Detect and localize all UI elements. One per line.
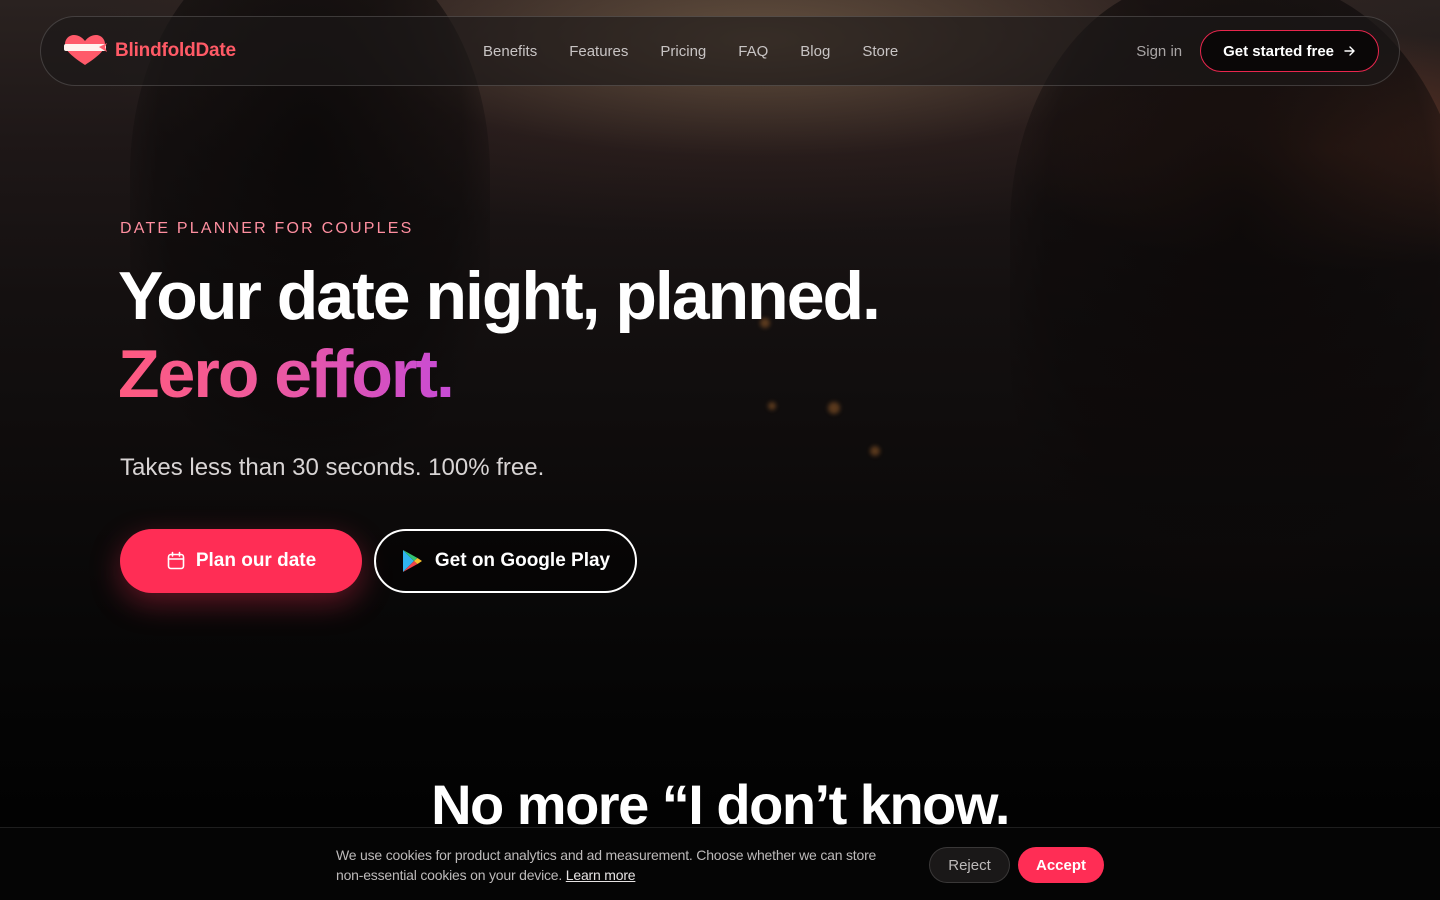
- brand-name: BlindfoldDate: [115, 40, 236, 61]
- google-play-button[interactable]: Get on Google Play: [374, 529, 637, 593]
- signin-link[interactable]: Sign in: [1136, 43, 1182, 60]
- learn-more-link[interactable]: Learn more: [566, 867, 636, 883]
- arrow-right-icon: [1344, 46, 1355, 56]
- silhouette-right: [1010, 0, 1440, 600]
- brand-logo[interactable]: BlindfoldDate: [63, 34, 463, 68]
- top-navbar: BlindfoldDate Benefits Features Pricing …: [40, 16, 1400, 86]
- hero-background-photo: [0, 0, 1440, 900]
- google-play-label: Get on Google Play: [434, 550, 611, 571]
- plan-our-date-label: Plan our date: [195, 550, 317, 571]
- nav-link-features[interactable]: Features: [569, 43, 628, 60]
- nav-actions: Sign in Get started free: [1136, 30, 1379, 72]
- cookie-text: We use cookies for product analytics and…: [336, 845, 896, 885]
- heart-blindfold-icon: [64, 35, 107, 65]
- hero-subtitle: Takes less than 30 seconds. 100% free.: [120, 454, 545, 481]
- hero-title: Your date night, planned.: [118, 258, 881, 334]
- bokeh-light: [870, 446, 880, 456]
- nav-link-store[interactable]: Store: [862, 43, 898, 60]
- bokeh-light: [768, 402, 776, 410]
- calendar-icon: [167, 551, 185, 570]
- accept-cookies-button[interactable]: Accept: [1018, 847, 1104, 883]
- cookie-banner: We use cookies for product analytics and…: [0, 827, 1440, 900]
- reject-cookies-button[interactable]: Reject: [929, 847, 1010, 883]
- nav-link-faq[interactable]: FAQ: [738, 43, 768, 60]
- plan-our-date-button[interactable]: Plan our date: [120, 529, 362, 593]
- nav-link-pricing[interactable]: Pricing: [660, 43, 706, 60]
- get-started-button[interactable]: Get started free: [1200, 30, 1379, 72]
- get-started-label: Get started free: [1223, 42, 1334, 60]
- hero-eyebrow: DATE PLANNER FOR COUPLES: [120, 220, 414, 237]
- nav-link-benefits[interactable]: Benefits: [483, 43, 537, 60]
- google-play-icon: [402, 550, 422, 572]
- nav-links: Benefits Features Pricing FAQ Blog Store: [483, 43, 898, 60]
- hero-title-accent: Zero effort.: [118, 336, 455, 412]
- bokeh-light: [828, 402, 840, 414]
- nav-link-blog[interactable]: Blog: [800, 43, 830, 60]
